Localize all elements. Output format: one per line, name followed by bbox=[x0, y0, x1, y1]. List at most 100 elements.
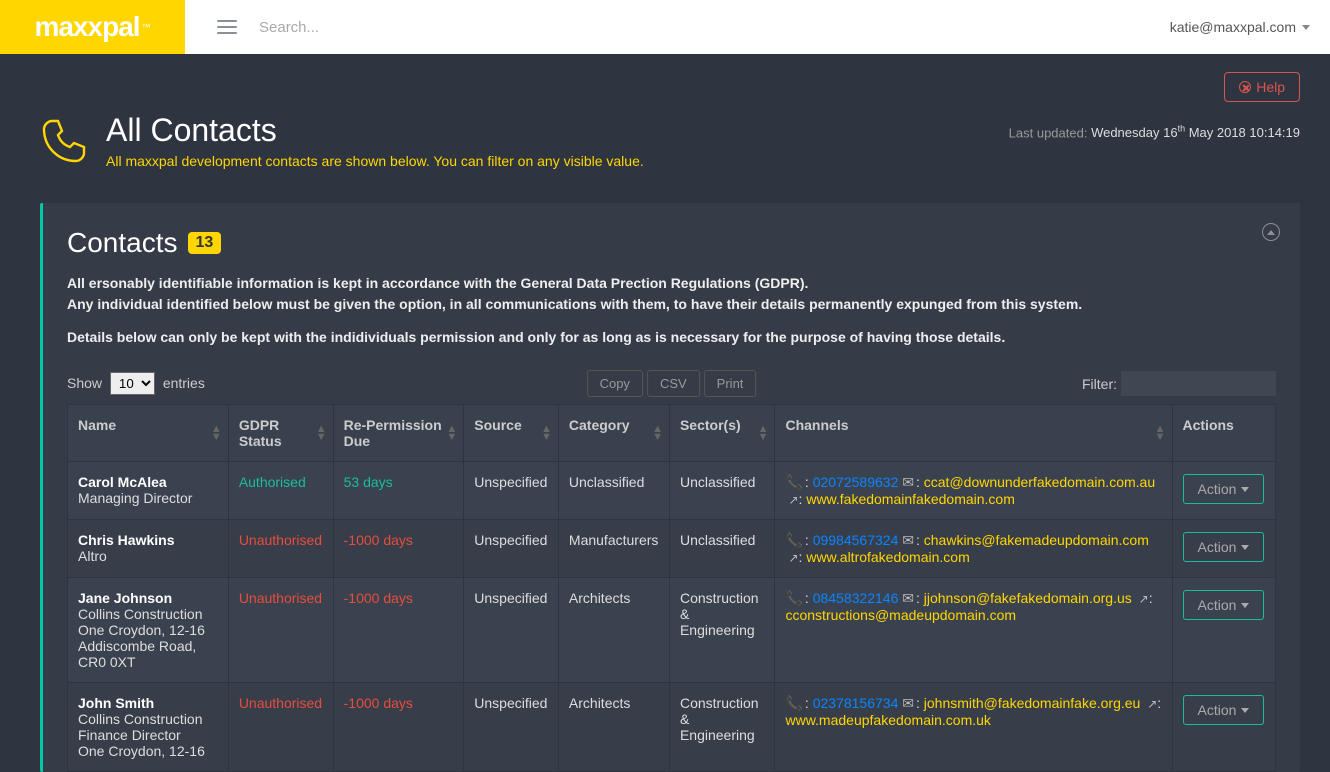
help-button[interactable]: Help bbox=[1224, 72, 1300, 102]
cell-source: Unspecified bbox=[464, 462, 559, 520]
cell-due: -1000 days bbox=[333, 520, 464, 578]
cell-gdpr: Authorised bbox=[228, 462, 333, 520]
cell-source: Unspecified bbox=[464, 578, 559, 683]
cell-category: Architects bbox=[558, 578, 669, 683]
phone-icon: 📞 bbox=[785, 474, 802, 490]
col-category[interactable]: Category▲▼ bbox=[558, 405, 669, 462]
sort-icon: ▲▼ bbox=[652, 425, 663, 441]
phone-icon: 📞 bbox=[785, 695, 802, 711]
count-badge: 13 bbox=[188, 232, 222, 254]
action-button[interactable]: Action bbox=[1183, 474, 1265, 504]
top-bar: maxxpal™ katie@maxxpal.com bbox=[0, 0, 1330, 54]
cell-source: Unspecified bbox=[464, 683, 559, 772]
col-channels[interactable]: Channels▲▼ bbox=[775, 405, 1172, 462]
cell-actions: Action bbox=[1172, 462, 1276, 520]
page-subtitle: All maxxpal development contacts are sho… bbox=[106, 153, 644, 169]
gdpr-notice-2: Details below can only be kept with the … bbox=[67, 329, 1276, 345]
user-email: katie@maxxpal.com bbox=[1170, 19, 1296, 35]
external-link-icon[interactable]: ↗ bbox=[1147, 697, 1157, 711]
mail-icon: ✉ bbox=[902, 532, 914, 548]
logo-tm: ™ bbox=[142, 22, 151, 32]
external-link-icon[interactable]: ↗ bbox=[1139, 592, 1149, 606]
action-button[interactable]: Action bbox=[1183, 532, 1265, 562]
cell-category: Manufacturers bbox=[558, 520, 669, 578]
page-title: All Contacts bbox=[106, 112, 644, 149]
action-button[interactable]: Action bbox=[1183, 590, 1265, 620]
phone-link[interactable]: 09984567324 bbox=[813, 532, 899, 548]
page-header: All Contacts All maxxpal development con… bbox=[40, 112, 1300, 169]
print-button[interactable]: Print bbox=[704, 370, 757, 397]
sort-icon: ▲▼ bbox=[541, 425, 552, 441]
cell-name: Chris HawkinsAltro bbox=[68, 520, 229, 578]
copy-button[interactable]: Copy bbox=[587, 370, 643, 397]
table-row: Carol McAleaManaging Director Authorised… bbox=[68, 462, 1276, 520]
caret-down-icon bbox=[1241, 487, 1249, 492]
email-link[interactable]: johnsmith@fakedomainfake.org.eu bbox=[924, 695, 1141, 711]
cell-actions: Action bbox=[1172, 578, 1276, 683]
hamburger-icon[interactable] bbox=[217, 16, 237, 38]
email-link[interactable]: jjohnson@fakefakedomain.org.us bbox=[924, 590, 1132, 606]
panel-title: Contacts bbox=[67, 227, 178, 259]
contacts-panel: Contacts 13 All ersonably identifiable i… bbox=[40, 203, 1300, 772]
cell-sector: Construction & Engineering bbox=[669, 683, 775, 772]
search-input[interactable] bbox=[259, 19, 559, 36]
sort-icon: ▲▼ bbox=[316, 425, 327, 441]
cell-category: Architects bbox=[558, 683, 669, 772]
cell-sector: Unclassified bbox=[669, 462, 775, 520]
col-name[interactable]: Name▲▼ bbox=[68, 405, 229, 462]
col-due[interactable]: Re-Permission Due▲▼ bbox=[333, 405, 464, 462]
cell-channels: 📞: 09984567324 ✉: chawkins@fakemadeupdom… bbox=[775, 520, 1172, 578]
phone-icon bbox=[40, 117, 88, 165]
email-link[interactable]: chawkins@fakemadeupdomain.com bbox=[924, 532, 1149, 548]
cell-gdpr: Unauthorised bbox=[228, 683, 333, 772]
col-source[interactable]: Source▲▼ bbox=[464, 405, 559, 462]
web-link[interactable]: www.fakedomainfakedomain.com bbox=[806, 491, 1015, 507]
cell-due: 53 days bbox=[333, 462, 464, 520]
cell-name: John SmithCollins ConstructionFinance Di… bbox=[68, 683, 229, 772]
cell-name: Jane JohnsonCollins ConstructionOne Croy… bbox=[68, 578, 229, 683]
sort-icon: ▲▼ bbox=[446, 425, 457, 441]
web-link[interactable]: www.altrofakedomain.com bbox=[806, 549, 969, 565]
mail-icon: ✉ bbox=[902, 474, 914, 490]
email-link[interactable]: ccat@downunderfakedomain.com.au bbox=[924, 474, 1155, 490]
caret-down-icon bbox=[1302, 25, 1310, 30]
caret-down-icon bbox=[1241, 603, 1249, 608]
phone-link[interactable]: 02378156734 bbox=[813, 695, 899, 711]
external-link-icon[interactable]: ↗ bbox=[788, 493, 798, 507]
user-menu[interactable]: katie@maxxpal.com bbox=[1170, 19, 1310, 35]
web-link[interactable]: www.madeupfakedomain.com.uk bbox=[785, 712, 990, 728]
cell-source: Unspecified bbox=[464, 520, 559, 578]
cell-sector: Construction & Engineering bbox=[669, 578, 775, 683]
show-entries: Show 10 entries bbox=[67, 372, 205, 395]
mail-icon: ✉ bbox=[902, 695, 914, 711]
external-link-icon[interactable]: ↗ bbox=[788, 551, 798, 565]
cell-gdpr: Unauthorised bbox=[228, 520, 333, 578]
contacts-table: Name▲▼ GDPR Status▲▼ Re-Permission Due▲▼… bbox=[67, 404, 1276, 772]
phone-link[interactable]: 02072589632 bbox=[813, 474, 899, 490]
phone-icon: 📞 bbox=[785, 590, 802, 606]
col-sector[interactable]: Sector(s)▲▼ bbox=[669, 405, 775, 462]
filter-input[interactable] bbox=[1121, 371, 1276, 396]
cell-sector: Unclassified bbox=[669, 520, 775, 578]
sort-icon: ▲▼ bbox=[758, 425, 769, 441]
col-gdpr[interactable]: GDPR Status▲▼ bbox=[228, 405, 333, 462]
phone-link[interactable]: 08458322146 bbox=[813, 590, 899, 606]
help-label: Help bbox=[1256, 79, 1285, 95]
col-actions: Actions bbox=[1172, 405, 1276, 462]
logo-text: maxxpal bbox=[34, 11, 139, 43]
caret-down-icon bbox=[1241, 708, 1249, 713]
logo[interactable]: maxxpal™ bbox=[0, 0, 185, 54]
action-button[interactable]: Action bbox=[1183, 695, 1265, 725]
collapse-icon[interactable] bbox=[1262, 223, 1280, 241]
web-link[interactable]: cconstructions@madeupdomain.com bbox=[785, 607, 1016, 623]
cell-actions: Action bbox=[1172, 520, 1276, 578]
help-close-icon bbox=[1239, 81, 1251, 93]
mail-icon: ✉ bbox=[902, 590, 914, 606]
page-size-select[interactable]: 10 bbox=[110, 372, 155, 395]
csv-button[interactable]: CSV bbox=[647, 370, 700, 397]
cell-channels: 📞: 08458322146 ✉: jjohnson@fakefakedomai… bbox=[775, 578, 1172, 683]
table-row: Chris HawkinsAltro Unauthorised -1000 da… bbox=[68, 520, 1276, 578]
table-controls: Show 10 entries Copy CSV Print Filter: bbox=[67, 371, 1276, 396]
cell-channels: 📞: 02072589632 ✉: ccat@downunderfakedoma… bbox=[775, 462, 1172, 520]
cell-due: -1000 days bbox=[333, 578, 464, 683]
